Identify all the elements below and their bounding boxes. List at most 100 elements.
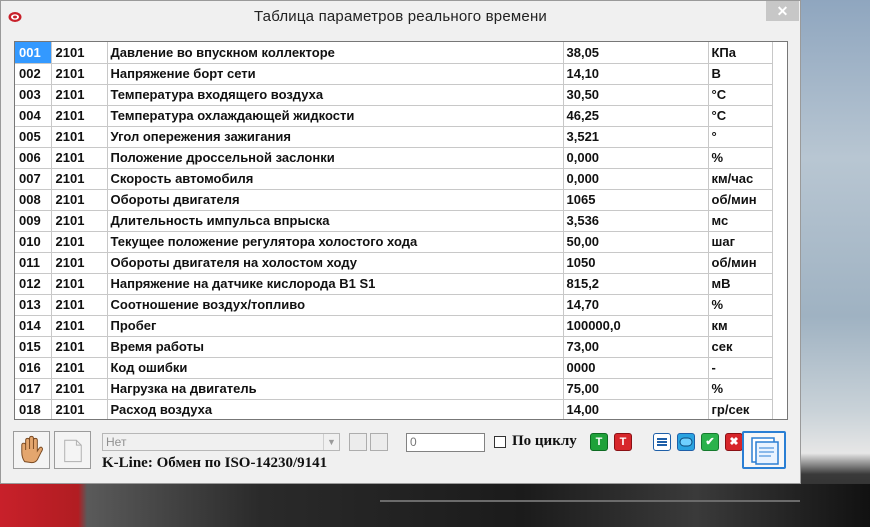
table-row[interactable]: 009 2101 Длительность импульса впрыска 3,53… [15,210,773,232]
row-code: 2101 [51,189,108,211]
table-row[interactable]: 005 2101 Угол опережения зажигания 3,521 ° [15,126,773,148]
close-button[interactable]: ✕ [766,1,799,21]
param-value: 1065 [563,189,709,211]
row-code: 2101 [51,357,108,379]
param-name: Положение дроссельной заслонки [107,147,564,169]
mode-select-value: Нет [106,435,127,449]
report-button[interactable] [742,431,786,469]
param-value: 14,10 [563,63,709,85]
row-number: 012 [15,273,52,295]
param-value: 14,70 [563,294,709,316]
param-name: Температура входящего воздуха [107,84,564,106]
param-name: Длительность импульса впрыска [107,210,564,232]
table-row[interactable]: 003 2101 Температура входящего воздуха 30,5… [15,84,773,106]
param-value: 46,25 [563,105,709,127]
cancel-x-icon[interactable]: ✖ [725,433,743,451]
table-row[interactable]: 007 2101 Скорость автомобиля 0,000 км/час [15,168,773,190]
green-t-label: T [595,436,603,448]
param-name: Обороты двигателя [107,189,564,211]
chevron-down-icon[interactable]: ▼ [323,434,339,450]
cycle-checkbox[interactable] [494,436,506,448]
param-unit: км [708,315,773,337]
param-unit: гр/сек [708,399,773,419]
cycle-checkbox-label: По циклу [512,433,577,449]
row-code: 2101 [51,378,108,400]
table-row[interactable]: 018 2101 Расход воздуха 14,00 гр/сек [15,399,773,419]
stop-hand-button[interactable] [13,431,50,469]
list-view-icon[interactable] [653,433,671,451]
table-row[interactable]: 008 2101 Обороты двигателя 1065 об/мин [15,189,773,211]
capsule-shape-icon [679,437,693,447]
table-row[interactable]: 006 2101 Положение дроссельной заслонки 0,0… [15,147,773,169]
mode-select[interactable]: Нет ▼ [102,433,340,451]
table-row[interactable]: 010 2101 Текущее положение регулятора холо… [15,231,773,253]
row-number: 003 [15,84,52,106]
table-row[interactable]: 001 2101 Давление во впускном коллекторе 38… [15,42,773,64]
table-row[interactable]: 016 2101 Код ошибки 0000- [15,357,773,379]
param-unit: мс [708,210,773,232]
param-name: Расход воздуха [107,399,564,419]
param-name: Текущее положение регулятора холостого х… [107,231,564,253]
title-bar[interactable]: Таблица параметров реального времени ✕ [1,1,800,34]
row-code: 2101 [51,399,108,419]
ok-check-icon[interactable]: ✔ [701,433,719,451]
param-unit: % [708,378,773,400]
list-lines-icon [657,438,667,446]
param-unit: об/мин [708,252,773,274]
param-name: Угол опережения зажигания [107,126,564,148]
table-row[interactable]: 004 2101 Температура охлаждающей жидкости 4… [15,105,773,127]
hand-stop-icon [21,435,43,464]
row-code: 2101 [51,210,108,232]
stop-red-t-icon[interactable]: T [614,433,632,451]
row-code: 2101 [51,294,108,316]
car-trim-line [380,500,800,502]
parameters-table[interactable]: 001 2101 Давление во впускном коллекторе 38… [14,41,788,420]
row-code: 2101 [51,42,108,64]
row-number: 014 [15,315,52,337]
desktop-background [800,0,870,527]
param-unit: В [708,63,773,85]
cycle-count-input[interactable]: 0 [406,433,485,452]
blank-button-2[interactable] [370,433,388,451]
red-t-label: T [619,436,627,448]
row-code: 2101 [51,168,108,190]
table-row[interactable]: 014 2101 Пробег 100000,0 км [15,315,773,337]
param-unit: км/час [708,168,773,190]
param-name: Напряжение на датчике кислорода B1 S1 [107,273,564,295]
table-row[interactable]: 002 2101 Напряжение борт сети 14,10 В [15,63,773,85]
table-row[interactable]: 012 2101 Напряжение на датчике кислорода B… [15,273,773,295]
row-code: 2101 [51,273,108,295]
row-number: 007 [15,168,52,190]
param-value: 73,00 [563,336,709,358]
row-number: 017 [15,378,52,400]
row-code: 2101 [51,126,108,148]
row-number: 013 [15,294,52,316]
row-code: 2101 [51,336,108,358]
param-value: 30,50 [563,84,709,106]
blank-button-1[interactable] [349,433,367,451]
capsule-view-icon[interactable] [677,433,695,451]
table-row[interactable]: 013 2101 Соотношение воздух/топливо 14,70% [15,294,773,316]
document-report-icon [751,437,779,465]
param-unit: °С [708,105,773,127]
window-title: Таблица параметров реального времени [253,8,548,25]
row-number: 010 [15,231,52,253]
row-code: 2101 [51,231,108,253]
table-row[interactable]: 017 2101 Нагрузка на двигатель 75,00% [15,378,773,400]
start-green-t-icon[interactable]: T [590,433,608,451]
row-code: 2101 [51,63,108,85]
row-number: 005 [15,126,52,148]
table-row[interactable]: 015 2101 Время работы 73,00 сек [15,336,773,358]
page-icon [64,439,82,463]
row-number: 016 [15,357,52,379]
param-unit: % [708,147,773,169]
row-number: 011 [15,252,52,274]
param-value: 0,000 [563,168,709,190]
param-value: 3,536 [563,210,709,232]
param-value: 50,00 [563,231,709,253]
param-unit: КПа [708,42,773,64]
page-button[interactable] [54,431,91,469]
table-row[interactable]: 011 2101 Обороты двигателя на холостом ход… [15,252,773,274]
param-name: Давление во впускном коллекторе [107,42,564,64]
param-value: 815,2 [563,273,709,295]
